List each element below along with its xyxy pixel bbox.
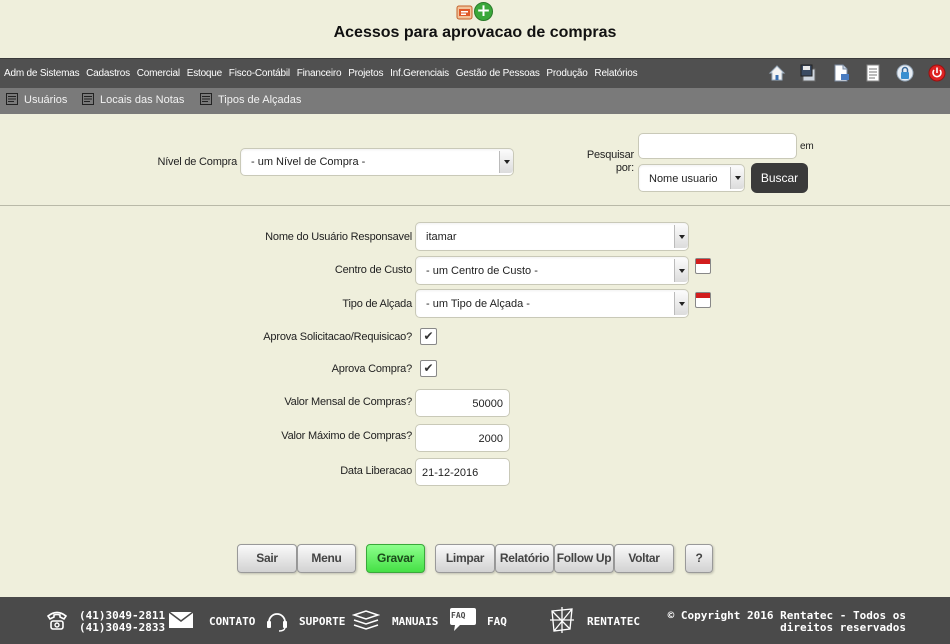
save-disk-icon[interactable]	[800, 64, 818, 82]
menu-item-relatorios[interactable]: Relatórios	[594, 68, 637, 79]
copyright-line-2: direitos reservados	[780, 621, 906, 634]
chevron-down-icon[interactable]	[674, 292, 688, 315]
rentatec-link[interactable]: RENTATEC	[587, 615, 640, 628]
rentatec-logo-icon	[550, 607, 574, 633]
menu-icons	[759, 64, 946, 84]
document-icon[interactable]	[832, 64, 850, 82]
section-divider	[0, 205, 950, 206]
headset-icon	[267, 613, 287, 632]
phone-icon	[46, 611, 68, 630]
submenu-label: Tipos de Alçadas	[218, 94, 302, 106]
lock-icon[interactable]	[896, 64, 914, 82]
calendar-icon[interactable]	[695, 292, 711, 308]
buscar-button[interactable]: Buscar	[751, 163, 808, 193]
report-pdf-icon[interactable]	[456, 4, 473, 21]
faq-badge: FAQ	[451, 611, 466, 620]
voltar-button[interactable]: Voltar	[614, 544, 674, 573]
centro-custo-value: - um Centro de Custo -	[426, 265, 538, 277]
sair-button[interactable]: Sair	[237, 544, 297, 573]
relatorio-button[interactable]: Relatório	[495, 544, 554, 573]
aprova-solicitacao-label: Aprova Solicitacao/Requisicao?	[263, 331, 412, 343]
chevron-down-icon[interactable]	[499, 151, 513, 173]
doc-list-icon	[200, 93, 212, 105]
gravar-button[interactable]: Gravar	[366, 544, 425, 573]
main-menubar: Adm de Sistemas Cadastros Comercial Esto…	[0, 58, 950, 88]
faq-link[interactable]: FAQ	[487, 615, 507, 628]
nivel-compra-value: - um Nível de Compra -	[251, 156, 366, 168]
search-field-select[interactable]: Nome usuario	[638, 164, 745, 192]
chevron-down-icon[interactable]	[730, 167, 744, 189]
aprova-compra-checkbox[interactable]: ✔	[420, 360, 437, 377]
pesquisar-label: Pesquisar por:	[586, 149, 634, 174]
menu-item-estoque[interactable]: Estoque	[187, 68, 222, 79]
menu-item-cadastros[interactable]: Cadastros	[86, 68, 130, 79]
footer: (41)3049-2811 (41)3049-2833 CONTATO SUPO…	[0, 597, 950, 644]
menu-item-inf-gerenciais[interactable]: Inf.Gerenciais	[390, 68, 449, 79]
valor-maximo-input[interactable]: 2000	[415, 424, 510, 452]
submenu-label: Locais das Notas	[100, 94, 185, 106]
menu-button[interactable]: Menu	[297, 544, 356, 573]
menu-item-financeiro[interactable]: Financeiro	[297, 68, 342, 79]
aprova-solicitacao-checkbox[interactable]: ✔	[420, 328, 437, 345]
home-icon[interactable]	[768, 64, 786, 82]
menu-item-comercial[interactable]: Comercial	[137, 68, 180, 79]
tipo-alcada-select[interactable]: - um Tipo de Alçada -	[415, 289, 689, 318]
follow-up-button[interactable]: Follow Up	[554, 544, 614, 573]
valor-maximo-label: Valor Máximo de Compras?	[281, 430, 412, 442]
nivel-compra-label: Nível de Compra	[157, 156, 237, 168]
add-icon[interactable]: +	[474, 2, 493, 21]
submenu-label: Usuários	[24, 94, 68, 106]
limpar-button[interactable]: Limpar	[435, 544, 495, 573]
search-input[interactable]	[638, 133, 797, 159]
top-toolbar: +	[456, 2, 496, 22]
chevron-down-icon[interactable]	[674, 259, 688, 282]
sub-menubar: Usuários Locais das Notas Tipos de Alçad…	[0, 88, 950, 114]
tipo-alcada-label: Tipo de Alçada	[342, 298, 412, 310]
em-label: em	[800, 141, 814, 152]
doc-list-icon	[82, 93, 94, 105]
tipo-alcada-value: - um Tipo de Alçada -	[426, 298, 530, 310]
calendar-icon[interactable]	[695, 258, 711, 274]
doc-list-icon	[6, 93, 18, 105]
envelope-icon	[168, 611, 194, 628]
power-icon[interactable]	[928, 64, 946, 82]
usuario-value: itamar	[426, 231, 457, 243]
menu-items: Adm de Sistemas Cadastros Comercial Esto…	[4, 68, 641, 79]
contato-link[interactable]: CONTATO	[209, 615, 255, 628]
centro-custo-label: Centro de Custo	[334, 264, 412, 276]
aprova-compra-label: Aprova Compra?	[331, 363, 413, 375]
nivel-compra-select[interactable]: - um Nível de Compra -	[240, 148, 514, 176]
usuario-select[interactable]: itamar	[415, 222, 689, 251]
valor-mensal-input[interactable]: 50000	[415, 389, 510, 417]
data-liberacao-input[interactable]: 21-12-2016	[415, 458, 510, 486]
chevron-down-icon[interactable]	[674, 225, 688, 248]
list-icon[interactable]	[864, 64, 882, 82]
submenu-item-usuarios[interactable]: Usuários	[6, 93, 67, 106]
page-title: Acessos para aprovacao de compras	[333, 24, 617, 41]
suporte-link[interactable]: SUPORTE	[299, 615, 345, 628]
books-icon	[352, 610, 380, 630]
usuario-label: Nome do Usuário Responsavel	[265, 231, 412, 243]
menu-item-gestao-pessoas[interactable]: Gestão de Pessoas	[456, 68, 540, 79]
menu-item-producao[interactable]: Produção	[546, 68, 587, 79]
valor-mensal-label: Valor Mensal de Compras?	[284, 396, 412, 408]
submenu-item-tipos-alcadas[interactable]: Tipos de Alçadas	[200, 93, 301, 106]
menu-item-adm-sistemas[interactable]: Adm de Sistemas	[4, 68, 80, 79]
centro-custo-select[interactable]: - um Centro de Custo -	[415, 256, 689, 285]
data-liberacao-label: Data Liberacao	[340, 465, 412, 477]
menu-item-fisco-contabil[interactable]: Fisco-Contábil	[229, 68, 290, 79]
search-field-value: Nome usuario	[649, 173, 718, 185]
manuais-link[interactable]: MANUAIS	[392, 615, 438, 628]
help-button[interactable]: ?	[685, 544, 713, 573]
phone-number-2: (41)3049-2833	[79, 621, 166, 634]
menu-item-projetos[interactable]: Projetos	[348, 68, 383, 79]
submenu-item-locais-notas[interactable]: Locais das Notas	[82, 93, 184, 106]
